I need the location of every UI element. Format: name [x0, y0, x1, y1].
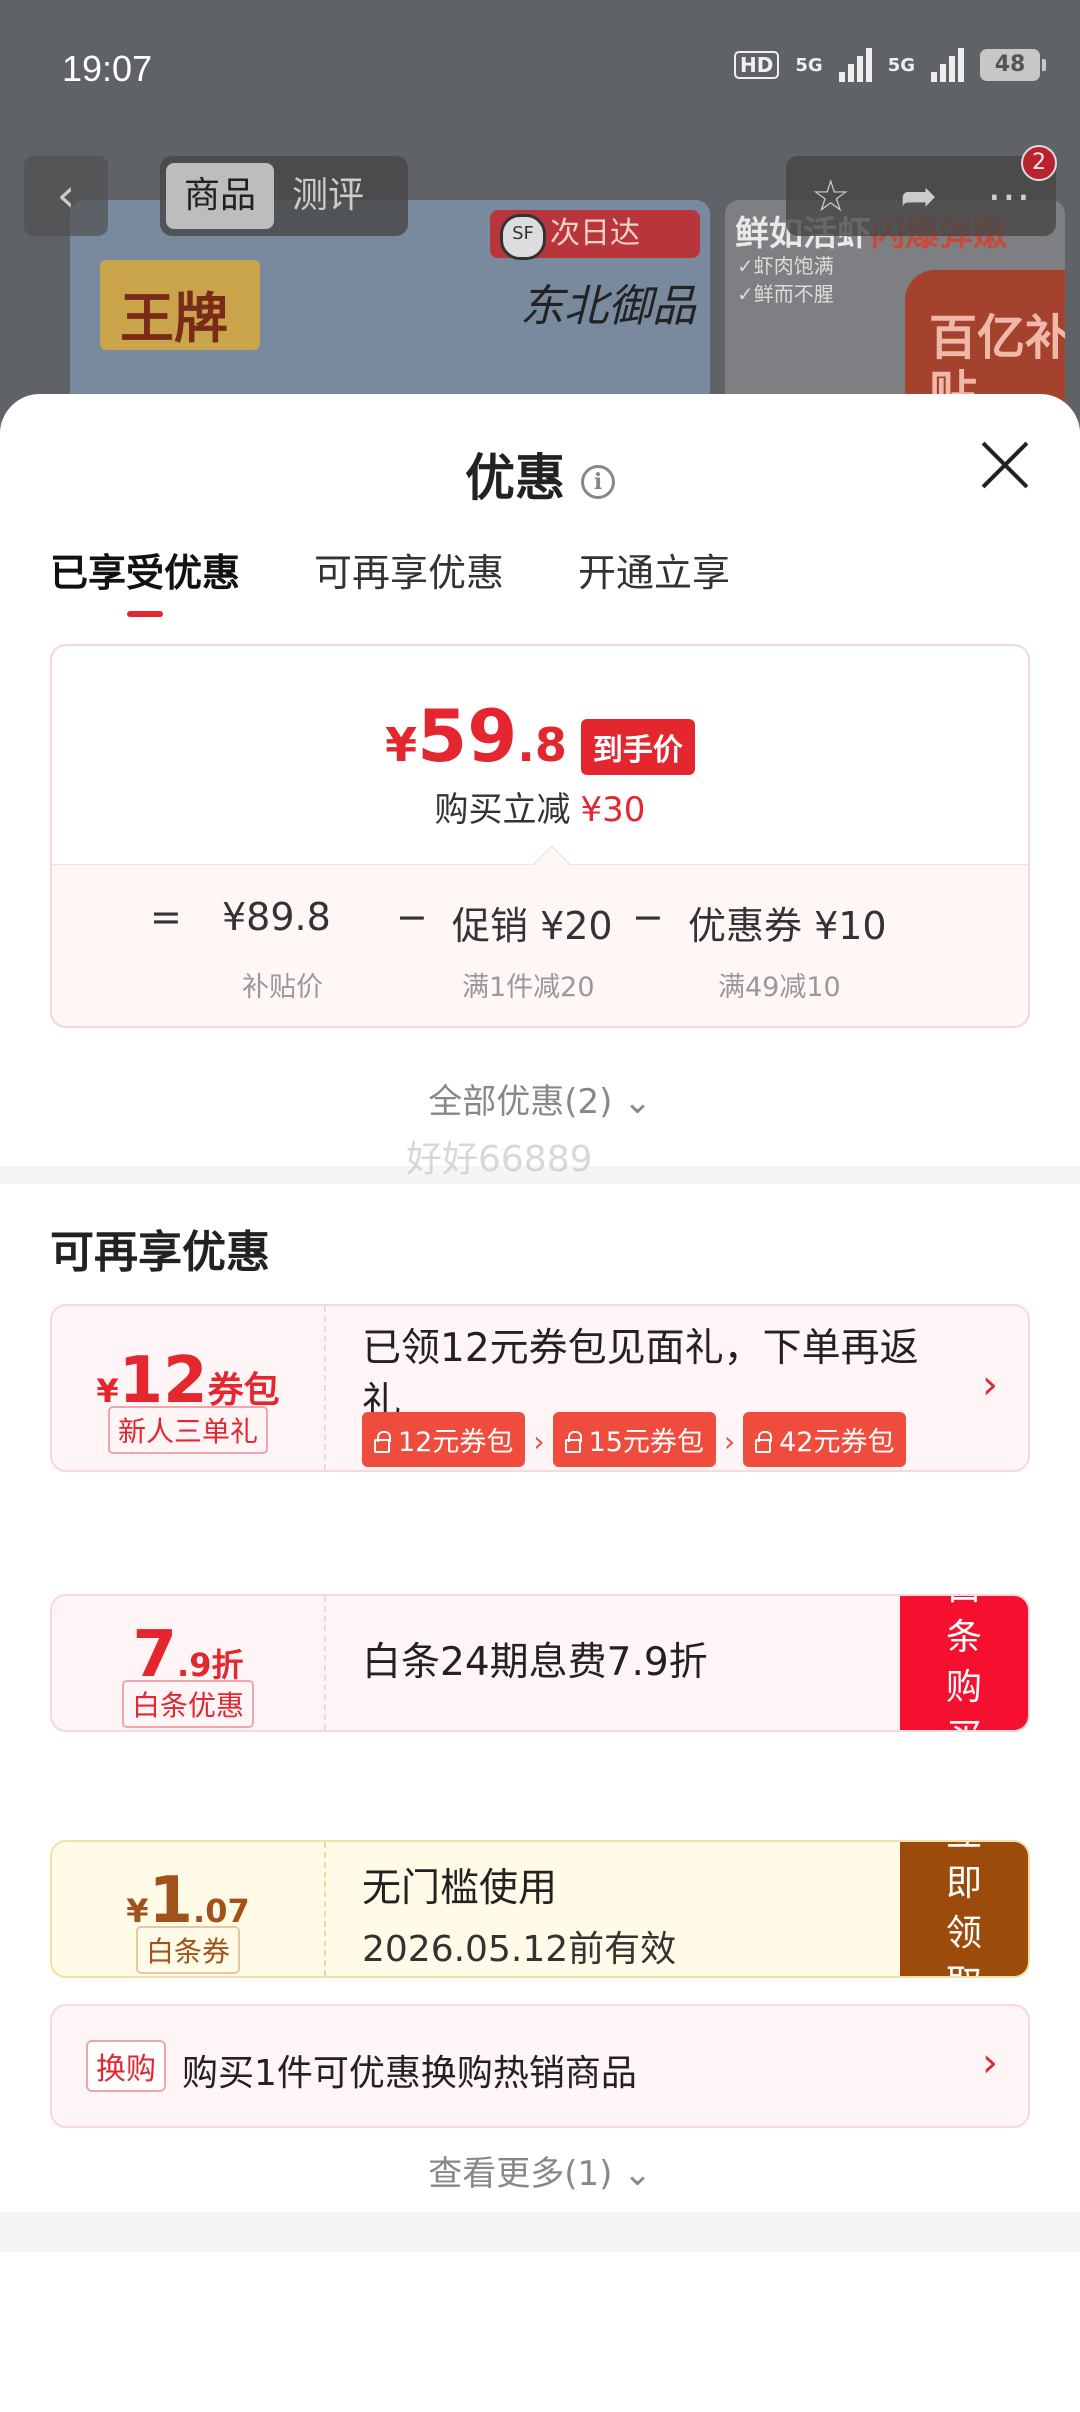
coupon-newuser[interactable]: ¥12券包 新人三单礼 已领12元券包见面礼，下单再返礼 12元券包 › 15元券包…	[50, 1304, 1030, 1472]
tab-product[interactable]: 商品	[166, 163, 275, 229]
coupon-pack-pill: 42元券包	[743, 1412, 907, 1467]
coupon-value-area: 7.9折 白条优惠	[52, 1596, 326, 1730]
swap-tag: 换购	[86, 2040, 166, 2092]
hd-icon: HD	[734, 51, 780, 79]
discount-sheet: 优惠 i 已享受优惠 可再享优惠 开通立享 ¥59.8 到手价 购买立减 ¥30 = …	[0, 394, 1080, 2412]
signal-icon-1	[838, 48, 872, 82]
status-icons: HD 5G 5G 48	[734, 48, 1046, 82]
coupon-pack-steps: 12元券包 › 15元券包 › 42元券包	[362, 1412, 907, 1467]
equals-sign: =	[150, 895, 182, 939]
coupon-label: 白条优惠	[121, 1680, 255, 1728]
chevron-right-icon: ›	[533, 1425, 545, 1458]
instant-discount: 购买立减 ¥30	[434, 790, 646, 830]
swap-purchase-row[interactable]: 换购 购买1件可优惠换购热销商品 ›	[50, 2004, 1030, 2128]
final-price: ¥59.8 到手价	[52, 694, 1028, 785]
delivery-badge: 次日达	[490, 210, 700, 260]
sheet-title: 优惠 i	[0, 438, 1080, 510]
coupon-value-area: ¥12券包 新人三单礼	[52, 1306, 326, 1470]
coupon-baitiao-rate: 7.9折 白条优惠 白条24期息费7.9折 白条购买	[50, 1594, 1030, 1732]
coupon-description: 白条24期息费7.9折	[362, 1640, 708, 1685]
star-icon[interactable]: ☆	[811, 171, 850, 222]
subsidy-price: ¥89.8	[222, 895, 331, 939]
chevron-down-icon: ⌄	[623, 2154, 652, 2194]
coupon-baitiao-voucher: ¥1.07 白条券 无门槛使用 2026.05.12前有效 立即领取	[50, 1840, 1030, 1978]
share-icon[interactable]: ➦	[900, 171, 937, 222]
coupon-validity: 2026.05.12前有效	[362, 1929, 677, 1970]
battery-icon: 48	[980, 49, 1046, 81]
promo-discount: 促销 ¥20	[452, 904, 613, 948]
network-type-2: 5G	[887, 54, 915, 76]
header-actions: ☆ ➦ ⋯ 2	[786, 144, 1058, 236]
promo-discount-note: 满1件减20	[462, 972, 595, 1003]
baitiao-buy-button[interactable]: 白条购买	[900, 1596, 1028, 1730]
claim-coupon-button[interactable]: 立即领取	[900, 1842, 1028, 1976]
final-price-tag: 到手价	[580, 718, 695, 775]
lock-icon	[374, 1431, 391, 1453]
notification-badge: 2	[1021, 144, 1058, 181]
view-more-toggle[interactable]: 查看更多(1) ⌄	[0, 2146, 1080, 2195]
enjoyed-discounts-panel: 优惠 i 已享受优惠 可再享优惠 开通立享 ¥59.8 到手价 购买立减 ¥30 = …	[0, 394, 1080, 1180]
section-title: 可再享优惠	[50, 1227, 270, 1278]
more-discounts-section: 可再享优惠 ¥12券包 新人三单礼 已领12元券包见面礼，下单再返礼 12元券包…	[0, 1184, 1080, 2412]
signal-icon-2	[931, 48, 964, 82]
coupon-value-area: ¥1.07 白条券	[52, 1842, 326, 1976]
header-tabs: 商品 测评	[160, 156, 408, 236]
chevron-right-icon: ›	[982, 1362, 998, 1408]
price-card: ¥59.8 到手价 购买立减 ¥30 = ¥89.8 补贴价 − 促销 ¥20 满1…	[50, 644, 1030, 1028]
minus-sign-2: −	[632, 895, 664, 939]
promo-points: ✓虾肉饱满 ✓鲜而不腥	[737, 254, 834, 306]
back-button[interactable]: ‹	[24, 156, 108, 236]
minus-sign: −	[396, 895, 428, 939]
chevron-right-icon: ›	[723, 1425, 736, 1458]
subsidy-price-note: 补贴价	[242, 972, 323, 1003]
swap-description: 购买1件可优惠换购热销商品	[182, 2053, 637, 2094]
network-type-1: 5G	[795, 54, 823, 76]
coupon-description: 无门槛使用	[362, 1866, 558, 1911]
chevron-right-icon: ›	[982, 2040, 998, 2086]
brand-logo: 王牌	[100, 260, 260, 350]
chevron-down-icon: ⌄	[623, 1082, 652, 1122]
coupon-discount-note: 满49减10	[718, 972, 841, 1003]
tab-review[interactable]: 测评	[274, 163, 382, 229]
coupon-discount: 优惠券 ¥10	[688, 904, 887, 948]
coupon-label: 白条券	[135, 1926, 241, 1974]
coupon-pack-pill: 15元券包	[552, 1412, 716, 1467]
close-icon[interactable]	[978, 438, 1032, 492]
tab-activate[interactable]: 开通立享	[578, 542, 730, 617]
price-breakdown: = ¥89.8 补贴价 − 促销 ¥20 满1件减20 − 优惠券 ¥10 满4…	[52, 864, 1028, 1026]
product-caption: 东北御品	[520, 281, 696, 332]
bottom-divider	[0, 2212, 1080, 2252]
tab-enjoyed[interactable]: 已享受优惠	[50, 542, 240, 617]
coupon-pack-pill: 12元券包	[362, 1412, 526, 1467]
all-discounts-toggle[interactable]: 全部优惠(2) ⌄	[0, 1074, 1080, 1123]
more-icon[interactable]: ⋯ 2	[987, 144, 1058, 222]
coupon-label: 新人三单礼	[107, 1406, 269, 1454]
tab-more-available[interactable]: 可再享优惠	[314, 542, 504, 617]
watermark: 好好66889	[406, 1139, 593, 1180]
status-time: 19:07	[62, 48, 153, 89]
lock-icon	[564, 1431, 582, 1453]
discount-tabs: 已享受优惠 可再享优惠 开通立享	[50, 542, 730, 617]
lock-icon	[755, 1431, 773, 1453]
info-icon[interactable]: i	[581, 464, 615, 499]
